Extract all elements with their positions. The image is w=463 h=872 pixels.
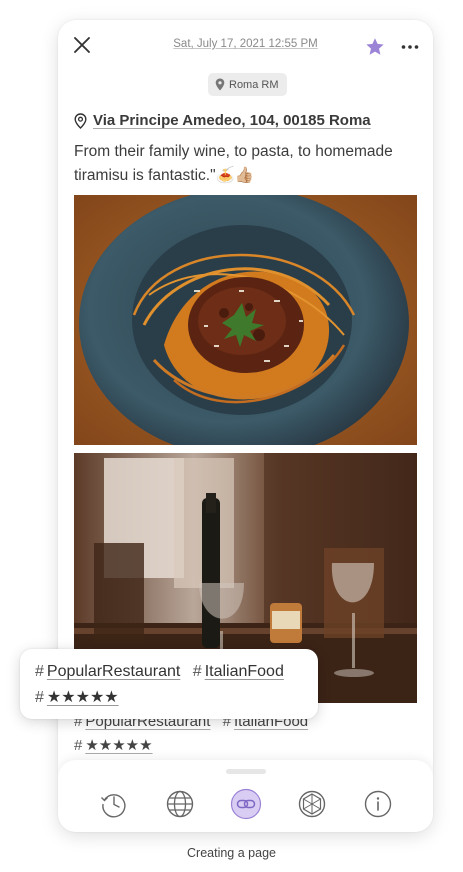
entry-photo-spaghetti[interactable]	[74, 195, 417, 445]
weather-icon[interactable]	[296, 788, 328, 820]
popup-tag-italian-food[interactable]: ItalianFood	[205, 663, 284, 680]
hash-symbol: #	[35, 689, 44, 706]
link-icon[interactable]	[230, 788, 262, 820]
location-chip-label: Roma RM	[229, 78, 279, 91]
location-chip[interactable]: Roma RM	[208, 73, 287, 96]
popup-tag-popular-restaurant[interactable]: PopularRestaurant	[47, 663, 180, 680]
entry-header: Sat, July 17, 2021 12:55 PM	[58, 20, 433, 72]
popup-tag-five-stars[interactable]: ★★★★★	[47, 689, 119, 706]
hash-symbol: #	[192, 663, 202, 680]
caption-text: Creating a page	[187, 846, 276, 860]
globe-icon[interactable]	[164, 788, 196, 820]
bottom-toolbar	[58, 760, 433, 832]
history-icon[interactable]	[98, 788, 130, 820]
entry-body-text[interactable]: From their family wine, to pasta, to hom…	[74, 140, 419, 187]
location-pin-icon	[74, 112, 87, 129]
tag-five-stars[interactable]: ★★★★★	[85, 737, 152, 754]
tag-suggestion-popup: # PopularRestaurant # ItalianFood # ★★★★★	[20, 649, 318, 719]
entry-address: Via Principe Amedeo, 104, 00185 Roma	[74, 112, 371, 129]
more-options-icon[interactable]	[399, 36, 421, 58]
hash-symbol: #	[74, 737, 83, 754]
address-link[interactable]: Via Principe Amedeo, 104, 00185 Roma	[93, 112, 371, 129]
hash-symbol: #	[35, 663, 44, 680]
info-icon[interactable]	[362, 788, 394, 820]
star-icon[interactable]	[364, 36, 386, 58]
location-pin-icon	[215, 78, 225, 91]
drag-handle[interactable]	[226, 769, 266, 774]
